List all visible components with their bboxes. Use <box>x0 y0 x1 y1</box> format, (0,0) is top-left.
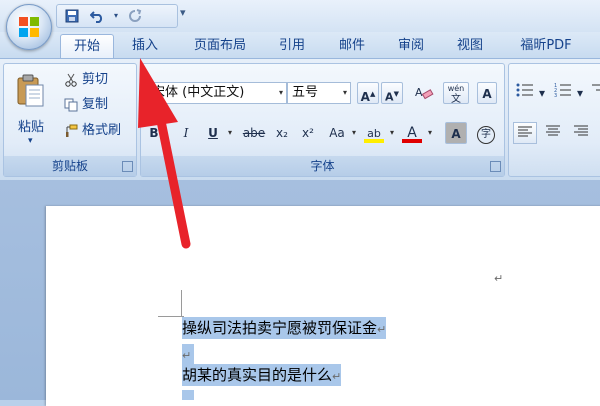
format-painter-icon <box>66 124 78 137</box>
phonetic-guide-button[interactable]: wén 文 <box>443 82 469 105</box>
svg-text:A: A <box>415 86 423 99</box>
font-size-combobox[interactable]: 五号 ▾ <box>287 82 351 104</box>
margin-corner-mark <box>158 316 184 317</box>
tab-page-layout[interactable]: 页面布局 <box>180 34 260 58</box>
highlight-color-bar <box>364 139 384 143</box>
tab-review[interactable]: 审阅 <box>386 34 436 58</box>
underline-dropdown-icon[interactable]: ▾ <box>225 122 235 144</box>
tab-insert[interactable]: 插入 <box>120 34 170 58</box>
copy-icon <box>64 98 78 111</box>
align-center-icon[interactable] <box>541 122 565 144</box>
strikethrough-button[interactable]: abe <box>241 122 267 144</box>
font-color-dropdown-icon[interactable]: ▾ <box>425 122 435 144</box>
tab-foxit-pdf[interactable]: 福昕PDF <box>506 34 586 58</box>
clipboard-launcher-icon[interactable] <box>122 161 133 172</box>
grow-font-icon: A <box>360 90 370 104</box>
clear-formatting-icon: A <box>415 86 434 100</box>
clear-formatting-button[interactable]: A <box>411 82 437 104</box>
grow-font-button[interactable]: A▲ <box>357 82 379 104</box>
cut-button[interactable]: 剪切 <box>64 70 108 90</box>
format-painter-button[interactable]: 格式刷 <box>64 121 121 141</box>
enclose-characters-icon: 字 <box>477 126 495 144</box>
numbering-dropdown-icon[interactable]: ▾ <box>575 82 585 104</box>
office-logo-icon <box>19 17 39 37</box>
enclose-characters-button[interactable]: 字 <box>475 122 497 144</box>
scissors-icon <box>65 73 77 87</box>
align-left-icon[interactable] <box>513 122 537 144</box>
line-1-text: 操纵司法拍卖宁愿被罚保证金 <box>182 319 378 337</box>
tab-home[interactable]: 开始 <box>60 34 114 60</box>
paste-dropdown-icon[interactable]: ▾ <box>28 136 33 146</box>
cut-label: 剪切 <box>82 72 109 87</box>
document-line-3[interactable]: 胡某的真实目的是什么↵ <box>182 364 342 386</box>
redo-icon[interactable] <box>125 7 145 25</box>
paragraph-group: ▾ 123 ▾ <box>508 63 600 177</box>
font-size-dropdown-icon[interactable]: ▾ <box>343 83 347 103</box>
ribbon: 粘贴 ▾ 剪切 复制 格式刷 剪贴板 宋体 (中文正文) ▾ 五号 ▾ A▲ A… <box>0 58 600 181</box>
shrink-font-button[interactable]: A▼ <box>381 82 403 104</box>
line-3-text: 胡某的真实目的是什么 <box>182 366 333 384</box>
font-name-value: 宋体 (中文正文) <box>152 85 245 100</box>
subscript-button[interactable]: x₂ <box>271 122 293 144</box>
paragraph-mark: ↵ <box>494 272 504 285</box>
title-bar: ▾ ▾ <box>0 0 600 32</box>
phonetic-guide-icon: wén <box>447 84 465 93</box>
line-3-paragraph-mark: ↵ <box>332 370 342 383</box>
font-color-bar <box>402 139 422 143</box>
change-case-button[interactable]: Aa <box>325 122 349 144</box>
paste-button[interactable]: 粘贴 <box>18 116 44 135</box>
underline-button[interactable]: U <box>203 122 223 144</box>
tab-mailings[interactable]: 邮件 <box>326 34 378 58</box>
customize-qat-icon[interactable]: ▾ <box>180 6 186 19</box>
svg-text:3: 3 <box>554 93 557 97</box>
clipboard-group: 粘贴 ▾ 剪切 复制 格式刷 剪贴板 <box>3 63 137 177</box>
character-shading-button[interactable]: A <box>445 122 467 144</box>
align-right-icon[interactable] <box>569 122 593 144</box>
copy-button[interactable]: 复制 <box>64 95 108 115</box>
document-line-4[interactable] <box>182 390 194 400</box>
bullets-dropdown-icon[interactable]: ▾ <box>537 82 547 104</box>
tab-view[interactable]: 视图 <box>444 34 496 58</box>
highlight-button[interactable]: ab <box>363 122 385 144</box>
font-name-dropdown-icon[interactable]: ▾ <box>279 83 283 103</box>
ribbon-tabs: 开始 插入 页面布局 引用 邮件 审阅 视图 福昕PDF <box>0 32 600 60</box>
undo-dropdown-icon[interactable]: ▾ <box>111 7 121 25</box>
format-painter-label: 格式刷 <box>82 123 122 138</box>
character-border-button[interactable]: A <box>477 82 497 104</box>
multilevel-list-icon[interactable] <box>587 82 600 104</box>
office-button[interactable] <box>6 4 52 50</box>
font-group-label: 字体 <box>141 156 504 176</box>
save-icon[interactable] <box>63 7 81 25</box>
font-color-button[interactable]: A <box>401 122 423 144</box>
font-group: 宋体 (中文正文) ▾ 五号 ▾ A▲ A▼ A wén 文 A B I U ▾ … <box>140 63 505 177</box>
shrink-font-icon: A <box>385 90 394 104</box>
quick-access-toolbar: ▾ <box>56 4 178 28</box>
clipboard-group-label: 剪贴板 <box>4 156 136 176</box>
highlight-dropdown-icon[interactable]: ▾ <box>387 122 397 144</box>
font-launcher-icon[interactable] <box>490 161 501 172</box>
bullets-icon[interactable] <box>513 82 537 104</box>
superscript-button[interactable]: x² <box>297 122 319 144</box>
line-1-paragraph-mark: ↵ <box>377 323 387 336</box>
line-2-paragraph-mark: ↵ <box>182 349 192 362</box>
italic-button[interactable]: I <box>177 122 195 144</box>
numbering-icon[interactable]: 123 <box>551 82 575 104</box>
copy-label: 复制 <box>82 97 109 112</box>
margin-corner-mark-vertical <box>181 290 182 316</box>
paste-icon[interactable] <box>16 74 46 108</box>
font-size-value: 五号 <box>292 85 319 100</box>
document-line-2[interactable]: ↵ <box>182 344 194 364</box>
document-line-1[interactable]: 操纵司法拍卖宁愿被罚保证金↵ <box>182 317 387 339</box>
tab-references[interactable]: 引用 <box>268 34 316 58</box>
bold-button[interactable]: B <box>145 122 163 144</box>
undo-icon[interactable] <box>87 7 109 25</box>
font-name-combobox[interactable]: 宋体 (中文正文) ▾ <box>147 82 287 104</box>
change-case-dropdown-icon[interactable]: ▾ <box>349 122 359 144</box>
